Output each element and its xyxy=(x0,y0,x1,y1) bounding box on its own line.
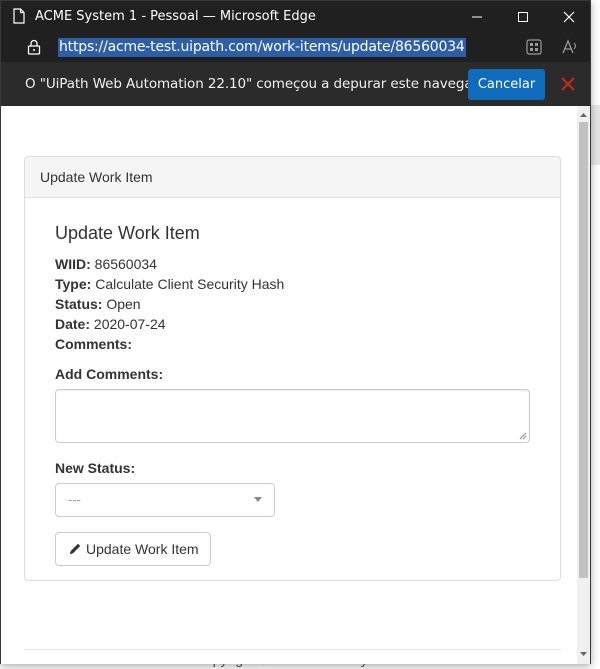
divider xyxy=(24,649,561,650)
comments-field: Comments: xyxy=(55,336,132,352)
type-value: Calculate Client Security Hash xyxy=(95,276,285,292)
cancel-debug-button[interactable]: Cancelar xyxy=(468,69,545,100)
page-content: Update Work Item Update Work Item WIID: … xyxy=(1,106,590,664)
new-status-label: New Status: xyxy=(55,460,136,476)
vertical-scrollbar[interactable] xyxy=(577,106,590,664)
title-bar[interactable]: ACME System 1 - Pessoal — Microsoft Edge xyxy=(1,1,590,32)
close-icon xyxy=(563,11,575,22)
date-field: Date: 2020-07-24 xyxy=(55,316,166,332)
update-button-label: Update Work Item xyxy=(86,541,199,557)
address-bar[interactable]: https://acme-test.uipath.com/work-items/… xyxy=(1,32,590,62)
url-field[interactable]: https://acme-test.uipath.com/work-items/… xyxy=(58,38,466,57)
type-label: Type: xyxy=(55,276,92,292)
pencil-icon xyxy=(70,543,81,554)
update-work-item-panel: Update Work Item Update Work Item WIID: … xyxy=(24,156,561,581)
maximize-button[interactable] xyxy=(500,1,546,32)
debug-message: O "UiPath Web Automation 22.10" começou … xyxy=(25,76,495,92)
resize-grip-icon[interactable] xyxy=(519,432,527,440)
update-work-item-button[interactable]: Update Work Item xyxy=(55,532,211,566)
status-field: Status: Open xyxy=(55,296,141,312)
window-title: ACME System 1 - Pessoal — Microsoft Edge xyxy=(35,9,316,24)
read-aloud-icon[interactable] xyxy=(561,38,579,56)
edge-popup-window: ACME System 1 - Pessoal — Microsoft Edge… xyxy=(0,0,591,664)
scroll-up-icon[interactable] xyxy=(577,110,590,120)
minimize-button[interactable] xyxy=(454,1,500,32)
maximize-icon xyxy=(518,11,528,22)
close-infobar-icon[interactable] xyxy=(559,75,577,93)
debug-info-bar: O "UiPath Web Automation 22.10" começou … xyxy=(1,62,590,106)
type-field: Type: Calculate Client Security Hash xyxy=(55,276,284,292)
app-available-icon[interactable] xyxy=(525,38,543,56)
new-status-select[interactable]: --- xyxy=(55,483,275,517)
wiid-value: 86560034 xyxy=(94,256,157,272)
comments-label: Comments: xyxy=(55,336,133,352)
page-title: Update Work Item xyxy=(55,223,200,243)
wiid-label: WIID: xyxy=(55,256,91,272)
date-value: 2020-07-24 xyxy=(93,316,166,332)
status-value: Open xyxy=(106,296,141,312)
date-label: Date: xyxy=(55,316,91,332)
panel-heading: Update Work Item xyxy=(25,157,560,198)
new-status-selected: --- xyxy=(68,492,81,507)
background-strip xyxy=(590,105,600,165)
add-comments-textarea[interactable] xyxy=(55,389,530,443)
page-icon xyxy=(13,8,25,24)
wiid-field: WIID: 86560034 xyxy=(55,256,157,272)
close-window-button[interactable] xyxy=(546,1,592,32)
scrollbar-thumb[interactable] xyxy=(579,122,588,578)
lock-icon[interactable] xyxy=(27,39,41,55)
minimize-icon xyxy=(472,16,482,17)
chevron-down-icon xyxy=(254,497,262,502)
scroll-down-icon[interactable] xyxy=(577,649,590,659)
status-label: Status: xyxy=(55,296,103,312)
add-comments-label: Add Comments: xyxy=(55,366,164,382)
